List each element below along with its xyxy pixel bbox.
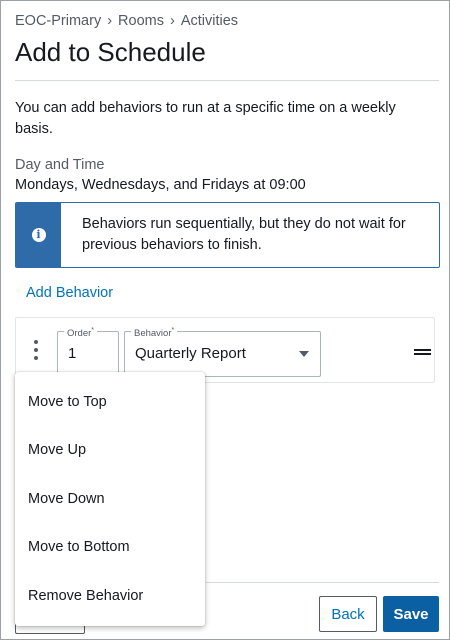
menu-item-move-to-bottom[interactable]: Move to Bottom <box>15 527 205 567</box>
caret-down-icon <box>299 351 309 357</box>
info-alert-strip: i <box>16 203 61 267</box>
more-vertical-icon[interactable] <box>28 340 44 360</box>
behavior-select[interactable]: Behavior* Quarterly Report <box>124 325 321 377</box>
breadcrumb: EOC-Primary › Rooms › Activities <box>15 13 238 29</box>
breadcrumb-item-activities[interactable]: Activities <box>181 13 238 29</box>
info-alert-text: Behaviors run sequentially, but they do … <box>82 216 406 253</box>
title-divider <box>15 80 439 81</box>
menu-item-move-to-top[interactable]: Move to Top <box>15 382 205 422</box>
back-button[interactable]: Back <box>319 596 377 632</box>
add-behavior-link[interactable]: Add Behavior <box>26 285 113 301</box>
order-field-label: Order* <box>64 325 98 341</box>
intro-text: You can add behaviors to run at a specif… <box>15 100 396 137</box>
behavior-actions-menu: Move to Top Move Up Move Down Move to Bo… <box>15 372 205 626</box>
menu-item-move-down[interactable]: Move Down <box>15 479 205 519</box>
page-title: Add to Schedule <box>15 37 206 67</box>
breadcrumb-item-rooms[interactable]: Rooms <box>118 13 164 29</box>
breadcrumb-separator: › <box>107 13 113 29</box>
breadcrumb-item-eoc-primary[interactable]: EOC-Primary <box>15 13 101 29</box>
info-icon: i <box>31 228 46 242</box>
footer-divider <box>206 582 439 583</box>
info-alert: i Behaviors run sequentially, but they d… <box>15 202 440 268</box>
order-field-value: 1 <box>68 345 77 362</box>
behavior-select-label: Behavior* <box>131 325 178 341</box>
save-button[interactable]: Save <box>383 596 439 632</box>
day-time-value: Mondays, Wednesdays, and Fridays at 09:0… <box>15 177 306 193</box>
breadcrumb-separator: › <box>169 13 175 29</box>
menu-item-move-up[interactable]: Move Up <box>15 430 205 470</box>
behavior-select-value: Quarterly Report <box>135 345 246 362</box>
menu-item-remove-behavior[interactable]: Remove Behavior <box>15 576 205 616</box>
drag-handle-icon[interactable] <box>414 349 431 355</box>
day-time-label: Day and Time <box>15 157 105 173</box>
schedule-panel: EOC-Primary › Rooms › Activities Add to Sche… <box>0 0 450 640</box>
order-field[interactable]: Order* 1 <box>57 325 119 377</box>
